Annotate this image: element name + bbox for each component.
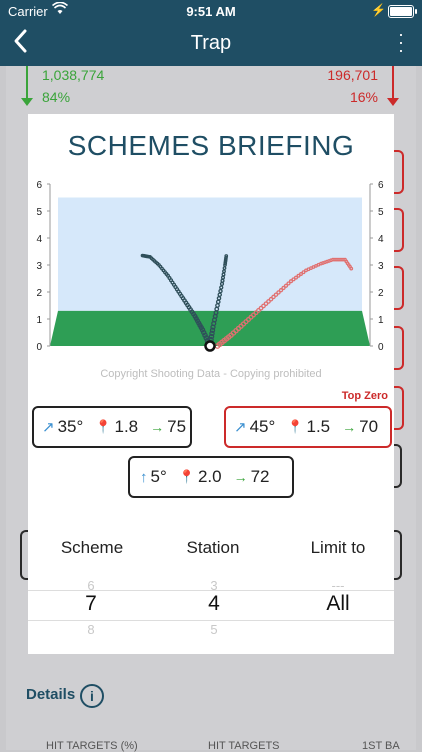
height-pin-icon: 📍 (287, 419, 304, 434)
arrow-down-green-icon (21, 66, 33, 106)
scheme-distance: 72 (250, 467, 270, 486)
distance-dart-icon: → (233, 469, 248, 485)
status-bar: Carrier 9:51 AM ⚡ (0, 0, 422, 22)
details-label: Details (26, 686, 76, 703)
hit-percent: 84% (42, 89, 71, 105)
y-tick-label-right: 1 (378, 315, 384, 326)
height-pin-icon: 📍 (95, 419, 112, 434)
more-vertical-icon[interactable]: · · · (398, 25, 404, 59)
scheme-angle: 5° (150, 467, 167, 486)
modal-title: SCHEMES BRIEFING (67, 130, 355, 161)
y-tick-label-right: 5 (378, 207, 384, 218)
scheme-card[interactable]: ↗ 35° 📍 1.8 → 75 (32, 406, 192, 448)
arrow-down-red-icon (387, 66, 399, 106)
scheme-height: 2.0 (197, 467, 222, 486)
y-tick-label-right: 2 (378, 288, 384, 299)
scheme-angle: 45° (249, 417, 276, 436)
y-tick-label-left: 4 (36, 234, 42, 245)
sky-area (58, 197, 362, 311)
y-tick-label-right: 4 (378, 234, 384, 245)
picker-station-selected[interactable]: 4 (164, 592, 264, 616)
col-hit-targets: HIT TARGETS (208, 740, 280, 752)
picker-limit-selected[interactable]: All (288, 592, 388, 616)
clock: 9:51 AM (186, 4, 236, 19)
distance-dart-icon: → (150, 419, 165, 435)
battery-icon (388, 5, 417, 18)
origin-point (204, 340, 216, 352)
hit-summary: 1,038,774 84% (42, 64, 104, 108)
y-tick-label-left: 6 (36, 180, 42, 191)
picker-station-next[interactable]: 5 (164, 622, 264, 637)
y-tick-label-left: 3 (36, 261, 42, 272)
scheme-picker[interactable]: 6 7 8 3 4 5 --- All (28, 574, 394, 648)
y-tick-label-left: 2 (36, 288, 42, 299)
picker-station-prev[interactable]: 3 (164, 578, 264, 593)
picker-header-scheme: Scheme (60, 538, 124, 557)
height-pin-icon: 📍 (178, 469, 195, 484)
scheme-distance: 75 (167, 417, 187, 436)
scheme-angle: 35° (57, 417, 84, 436)
miss-summary: 196,701 16% (327, 64, 378, 108)
y-tick-label-left: 5 (36, 207, 42, 218)
picker-limit-prev[interactable]: --- (288, 578, 388, 593)
col-hit-targets-pct: HIT TARGETS (%) (46, 740, 138, 752)
picker-header-station: Station (186, 538, 240, 557)
nav-title: Trap (190, 32, 232, 54)
top-zero-label: Top Zero (341, 390, 388, 402)
picker-scheme-selected[interactable]: 7 (41, 592, 141, 616)
y-tick-label-left: 1 (36, 315, 42, 326)
scheme-card[interactable]: ↑ 5° 📍 2.0 → 72 (128, 456, 294, 498)
schemes-briefing-modal: SCHEMES BRIEFING 00112233445566 Copyrigh… (28, 114, 394, 654)
hit-count: 1,038,774 (42, 67, 105, 83)
miss-count: 196,701 (327, 67, 378, 83)
y-tick-label-right: 6 (378, 180, 384, 191)
nav-bar: Trap · · · (0, 22, 422, 66)
col-first-barrel: 1ST BA (362, 740, 400, 752)
y-tick-label-left: 0 (36, 342, 42, 353)
trajectory-chart: 0 0 1 1 2 2 3 3 4 4 5 5 6 6 (36, 180, 384, 353)
distance-dart-icon: → (342, 419, 357, 435)
picker-scheme-prev[interactable]: 6 (41, 578, 141, 593)
info-icon[interactable]: i (80, 684, 104, 708)
scheme-distance: 70 (359, 417, 379, 436)
scheme-card-highlighted[interactable]: ↗ 45° 📍 1.5 → 70 (224, 406, 392, 448)
picker-scheme-next[interactable]: 8 (41, 622, 141, 637)
miss-percent: 16% (349, 89, 378, 105)
copyright-notice: Copyright Shooting Data - Copying prohib… (100, 368, 322, 380)
angle-arrow-icon: ↗ (42, 419, 55, 436)
charging-icon: ⚡ (371, 3, 386, 17)
angle-arrow-icon: ↗ (234, 419, 247, 436)
angle-arrow-icon: ↑ (140, 468, 148, 486)
scheme-height: 1.5 (306, 417, 331, 436)
y-tick-label-right: 0 (378, 342, 384, 353)
y-tick-label-right: 3 (378, 261, 384, 272)
picker-header-limit: Limit to (310, 538, 366, 557)
scheme-height: 1.8 (114, 417, 139, 436)
